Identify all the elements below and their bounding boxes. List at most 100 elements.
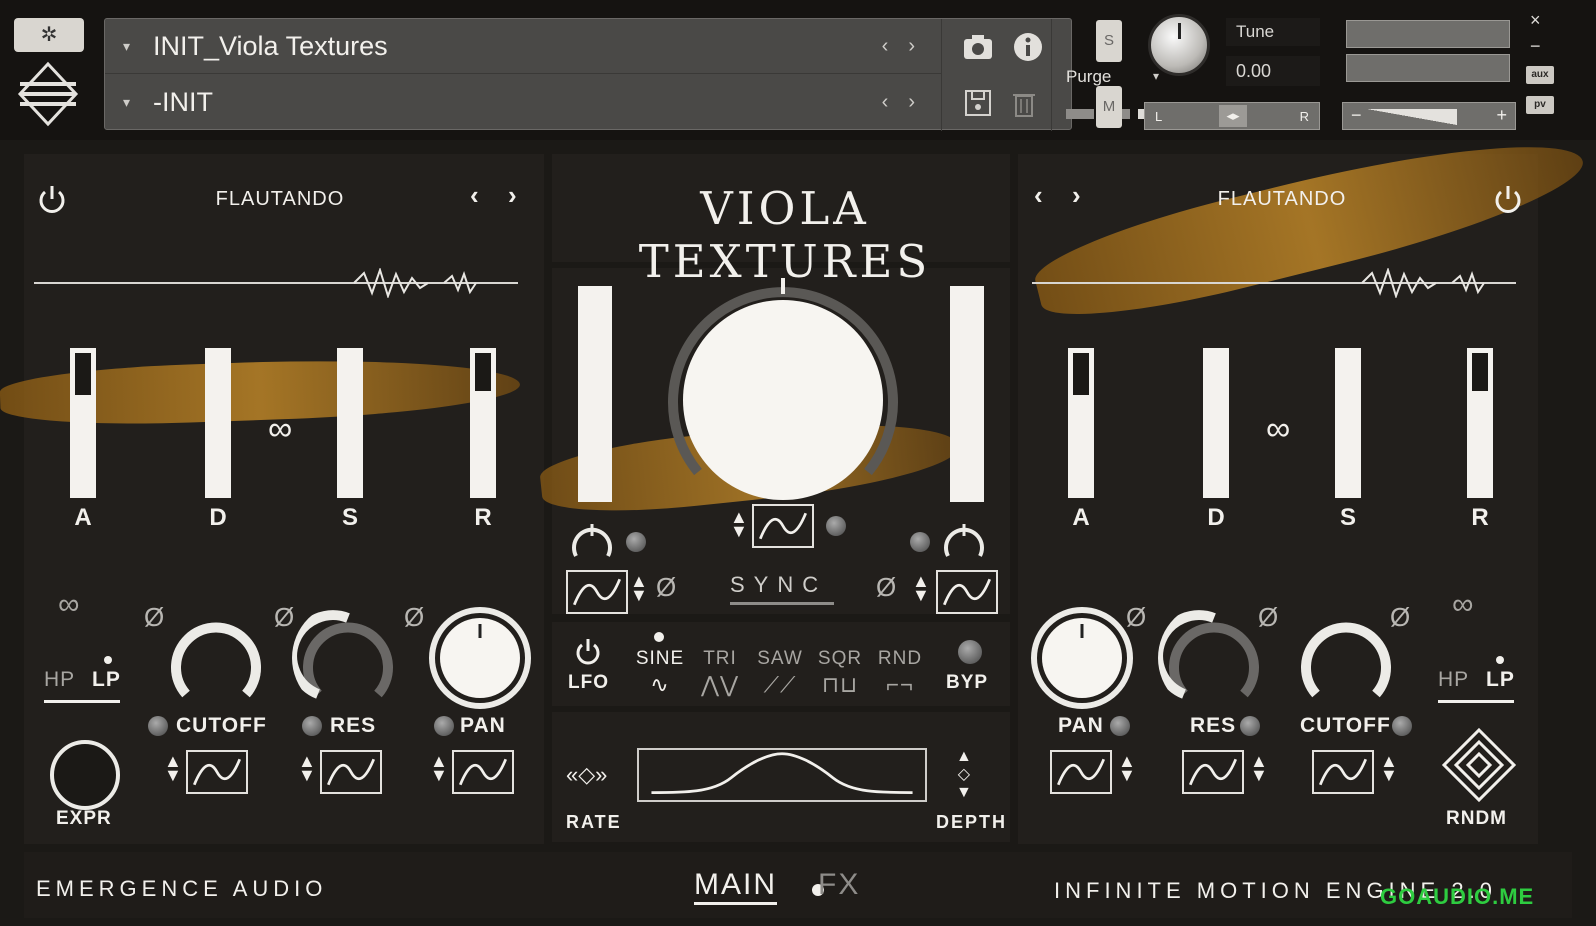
release-slider[interactable] [470,348,496,498]
right-release-slider[interactable] [1467,348,1493,498]
expr-knob[interactable] [48,738,122,812]
snapshot-name[interactable]: -INIT [153,87,882,118]
byp-label[interactable]: BYP [946,672,988,694]
left-cutoff-phase-icon[interactable]: Ø [144,602,164,633]
right-cutoff-phase-icon[interactable]: Ø [1390,602,1410,633]
right-layer-name[interactable]: FLAUTANDO [1182,188,1382,211]
center-mod-arrows-icon[interactable]: ▲ ▼ [730,508,748,540]
preset-prev-button[interactable]: ‹ [882,35,889,58]
pv-button[interactable]: pv [1526,96,1554,114]
right-adsr-link-icon[interactable]: ∞ [1266,410,1290,449]
right-cutoff-mod-dot[interactable] [1392,716,1412,736]
right-attack-slider[interactable] [1068,348,1094,498]
left-power-icon[interactable] [34,182,70,218]
tune-knob[interactable] [1148,14,1210,76]
info-icon[interactable] [1008,27,1048,67]
left-res-phase-icon[interactable]: Ø [274,602,294,633]
left-pan-mod-arrows-icon[interactable]: ▲ ▼ [430,752,448,784]
left-cutoff-mod-shape[interactable] [186,750,248,794]
sync-right-arrows-icon[interactable]: ▲ ▼ [912,572,930,604]
right-power-icon[interactable] [1490,182,1526,218]
byp-button-dot[interactable] [958,640,982,664]
left-res-mod-dot[interactable] [302,716,322,736]
left-cutoff-mod-arrows-icon[interactable]: ▲ ▼ [164,752,182,784]
right-pan-phase-icon[interactable]: Ø [1126,602,1146,633]
depth-arrows-icon[interactable]: ▲ ◇ ▼ [956,748,972,802]
rate-arrows-icon[interactable]: «◇» [566,762,607,788]
save-icon[interactable] [958,83,998,123]
left-layer-name[interactable]: FLAUTANDO [180,188,380,211]
preset-dropdown-icon[interactable]: ▾ [123,38,131,55]
center-left-mod-dot[interactable] [626,532,646,552]
minimize-icon[interactable]: − [1530,36,1541,57]
filter-link-icon[interactable]: ∞ [58,588,79,622]
center-right-mini-knob[interactable] [940,518,988,562]
left-pan-phase-icon[interactable]: Ø [404,602,424,633]
right-res-phase-icon[interactable]: Ø [1258,602,1278,633]
adsr-link-icon[interactable]: ∞ [268,410,292,449]
trash-icon[interactable] [1004,83,1044,123]
decay-slider[interactable] [205,348,231,498]
preset-name[interactable]: INIT_Viola Textures [153,31,882,62]
lfo-shape-saw[interactable]: SAW ⟋⟋ [754,648,806,698]
lfo-shape-sqr[interactable]: SQR ⊓⊔ [814,648,866,698]
center-mod-dot[interactable] [826,516,846,536]
right-layer-prev-button[interactable]: ‹ [1034,180,1043,211]
right-res-mod-dot[interactable] [1240,716,1260,736]
tab-main[interactable]: MAIN [694,868,777,905]
close-icon[interactable]: × [1530,10,1541,31]
attack-slider[interactable] [70,348,96,498]
left-res-knob[interactable] [292,602,404,714]
sync-left-phase-icon[interactable]: Ø [656,572,676,603]
left-res-mod-shape[interactable] [320,750,382,794]
preset-next-button[interactable]: › [908,35,915,58]
snapshot-dropdown-icon[interactable]: ▾ [123,94,131,111]
main-morph-knob[interactable] [683,300,883,500]
aux-button[interactable]: aux [1526,66,1554,84]
right-cutoff-mod-shape[interactable] [1312,750,1374,794]
lp-label[interactable]: LP [92,668,121,692]
hp-label[interactable]: HP [44,668,75,692]
purge-dropdown-icon[interactable]: ▾ [1153,69,1159,83]
solo-button[interactable]: S [1096,20,1122,62]
right-filter-link-icon[interactable]: ∞ [1452,588,1473,622]
tune-value[interactable]: 0.00 [1226,56,1320,86]
right-cutoff-knob[interactable] [1290,602,1402,714]
host-volume-slider[interactable]: − + [1342,102,1516,130]
right-cutoff-mod-arrows-icon[interactable]: ▲ ▼ [1380,752,1398,784]
sync-left-arrows-icon[interactable]: ▲ ▼ [630,572,648,604]
pan-center-handle[interactable]: ◂▸ [1219,105,1247,127]
center-mod-shape[interactable] [752,504,814,548]
left-pan-mod-dot[interactable] [434,716,454,736]
sync-right-shape[interactable] [936,570,998,614]
right-pan-mod-dot[interactable] [1110,716,1130,736]
right-pan-mod-shape[interactable] [1050,750,1112,794]
right-res-mod-arrows-icon[interactable]: ▲ ▼ [1250,752,1268,784]
camera-icon[interactable] [958,27,998,67]
sync-left-shape[interactable] [566,570,628,614]
left-res-mod-arrows-icon[interactable]: ▲ ▼ [298,752,316,784]
left-pan-mod-shape[interactable] [452,750,514,794]
left-cutoff-mod-dot[interactable] [148,716,168,736]
left-pan-knob[interactable] [424,602,536,714]
right-sustain-slider[interactable] [1335,348,1361,498]
snowflake-logo-button[interactable]: ✲ [14,18,84,52]
left-layer-prev-button[interactable]: ‹ [470,180,479,211]
right-pan-knob[interactable] [1026,602,1138,714]
host-pan-slider[interactable]: L ◂▸ R [1144,102,1320,130]
lfo-shape-rnd[interactable]: RND ⌐¬ [874,648,926,698]
sync-right-phase-icon[interactable]: Ø [876,572,896,603]
right-lp-label[interactable]: LP [1486,668,1515,692]
snapshot-next-button[interactable]: › [908,91,915,114]
right-pan-mod-arrows-icon[interactable]: ▲ ▼ [1118,752,1136,784]
center-left-mini-knob[interactable] [568,518,616,562]
center-right-mod-dot[interactable] [910,532,930,552]
right-res-mod-shape[interactable] [1182,750,1244,794]
purge-label[interactable]: Purge [1066,67,1111,87]
center-left-volume-bar[interactable] [578,286,612,502]
right-layer-next-button[interactable]: › [1072,180,1081,211]
right-hp-label[interactable]: HP [1438,668,1469,692]
left-layer-next-button[interactable]: › [508,180,517,211]
lfo-power-icon[interactable] [572,636,604,668]
right-res-knob[interactable] [1158,602,1270,714]
